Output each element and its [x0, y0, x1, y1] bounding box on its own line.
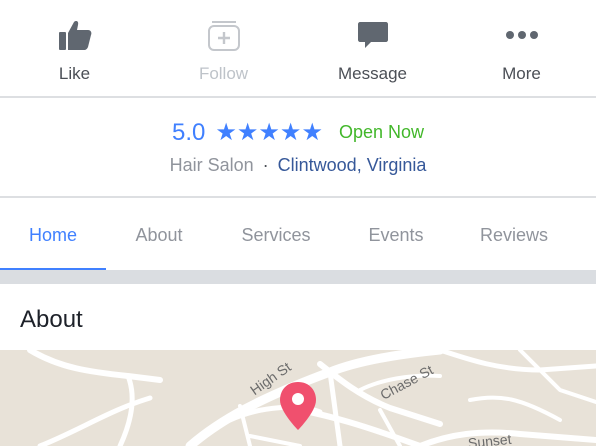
message-bubble-icon — [353, 16, 393, 54]
open-status: Open Now — [338, 122, 424, 142]
like-button[interactable]: Like — [0, 0, 149, 96]
more-label: More — [502, 64, 541, 83]
tab-services[interactable]: Services — [212, 200, 340, 270]
message-label: Message — [338, 64, 407, 83]
more-dots-icon — [502, 16, 542, 54]
more-button[interactable]: More — [447, 0, 596, 96]
follow-button[interactable]: Follow — [149, 0, 298, 96]
page-action-bar: Like Follow Message More — [0, 0, 596, 98]
category-row: Hair Salon · Clintwood, Virginia — [0, 155, 596, 176]
location-link[interactable]: Clintwood, Virginia — [278, 155, 427, 175]
follow-inbox-plus-icon — [204, 16, 244, 54]
section-divider — [0, 270, 596, 284]
separator-dot: · — [262, 155, 269, 175]
message-button[interactable]: Message — [298, 0, 447, 96]
rating-score[interactable]: 5.0 — [172, 119, 205, 147]
tab-reviews[interactable]: Reviews — [452, 200, 576, 270]
tab-events[interactable]: Events — [340, 200, 452, 270]
rating-stars[interactable]: ★★★★★ — [215, 118, 323, 147]
business-info: 5.0 ★★★★★ Open Now Hair Salon · Clintwoo… — [0, 98, 596, 198]
about-section-title: About — [20, 306, 83, 333]
location-map[interactable]: High St Chase St Sunset — [0, 350, 596, 446]
category-label: Hair Salon — [169, 155, 254, 175]
like-label: Like — [58, 64, 91, 83]
thumbs-up-icon — [55, 16, 95, 54]
rating-row: 5.0 ★★★★★ Open Now — [0, 118, 596, 147]
tab-home[interactable]: Home — [0, 200, 106, 270]
page-tabs: Home About Services Events Reviews — [0, 200, 596, 270]
tab-about[interactable]: About — [106, 200, 212, 270]
map-pin-icon — [280, 382, 316, 430]
follow-label: Follow — [198, 64, 249, 83]
